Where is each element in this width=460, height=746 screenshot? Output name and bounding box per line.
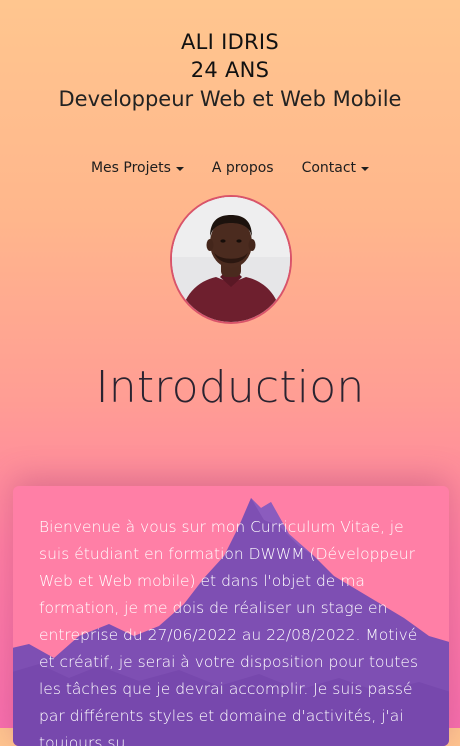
intro-card: Bienvenue à vous sur mon Curriculum Vita… [13,486,449,746]
profile-age: 24 ANS [190,58,270,82]
intro-title: Introduction [95,362,365,413]
main-nav: Mes Projets A propos Contact [0,160,460,176]
profile-photo [172,197,290,322]
caret-down-icon [175,166,184,171]
nav-item-projects[interactable]: Mes Projets [91,160,184,176]
avatar [170,195,292,324]
nav-item-about[interactable]: A propos [212,160,274,176]
header: ALI IDRIS 24 ANS Developpeur Web et Web … [0,28,460,114]
caret-down-icon [361,166,370,171]
intro-text: Bienvenue à vous sur mon Curriculum Vita… [39,518,419,746]
profile-name: ALI IDRIS [180,30,280,54]
nav-item-contact[interactable]: Contact [301,160,370,176]
nav-item-label: Mes Projets [90,160,171,176]
nav-item-label: A propos [211,160,274,176]
nav-item-label: Contact [301,160,357,176]
profile-job-title: Developpeur Web et Web Mobile [58,87,402,111]
